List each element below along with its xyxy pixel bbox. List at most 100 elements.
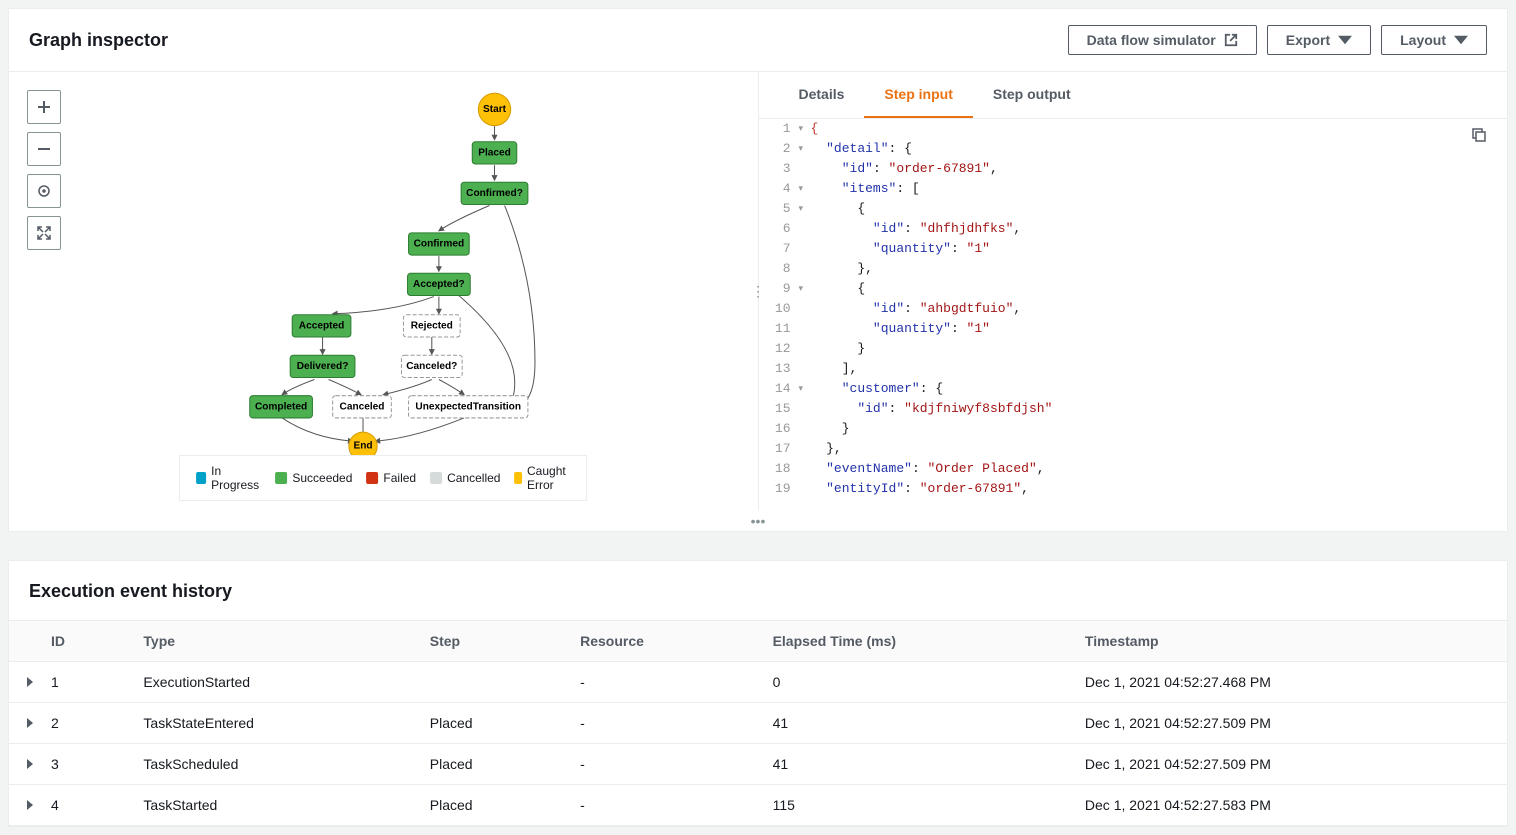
code-line[interactable]: 12 }	[759, 339, 1508, 359]
zoom-out-button[interactable]	[27, 132, 61, 166]
col-timestamp[interactable]: Timestamp	[1069, 621, 1507, 662]
copy-button[interactable]	[1471, 127, 1487, 146]
cell-resource: -	[564, 744, 757, 785]
button-label: Data flow simulator	[1087, 32, 1216, 48]
code-line[interactable]: 10 "id": "ahbgdtfuio",	[759, 299, 1508, 319]
center-button[interactable]	[27, 174, 61, 208]
cell-timestamp: Dec 1, 2021 04:52:27.509 PM	[1069, 744, 1507, 785]
col-type[interactable]: Type	[127, 621, 413, 662]
cell-id: 1	[35, 662, 127, 703]
history-table: ID Type Step Resource Elapsed Time (ms) …	[9, 620, 1507, 826]
cell-id: 3	[35, 744, 127, 785]
col-step[interactable]: Step	[414, 621, 564, 662]
chart-svg: Start Placed Confirmed? Confirmed Accept…	[9, 72, 758, 511]
graph-pane[interactable]: Start Placed Confirmed? Confirmed Accept…	[9, 72, 759, 511]
expand-toggle[interactable]	[9, 744, 35, 785]
code-line[interactable]: 6 "id": "dhfhjdhfks",	[759, 219, 1508, 239]
table-row[interactable]: 1ExecutionStarted-0Dec 1, 2021 04:52:27.…	[9, 662, 1507, 703]
expand-toggle[interactable]	[9, 662, 35, 703]
code-line[interactable]: 1▾{	[759, 119, 1508, 139]
external-link-icon	[1224, 33, 1238, 47]
tab-step-input[interactable]: Step input	[864, 72, 972, 118]
legend-swatch	[514, 472, 522, 484]
code-line[interactable]: 14▾ "customer": {	[759, 379, 1508, 399]
horizontal-splitter[interactable]: •••	[9, 511, 1507, 531]
button-label: Layout	[1400, 32, 1446, 48]
code-line[interactable]: 3 "id": "order-67891",	[759, 159, 1508, 179]
legend-succeeded: Succeeded	[275, 471, 352, 485]
caret-right-icon	[25, 759, 35, 769]
history-title: Execution event history	[9, 561, 1507, 620]
execution-history-panel: Execution event history ID Type Step Res…	[8, 560, 1508, 827]
cell-step: Placed	[414, 703, 564, 744]
cell-elapsed: 41	[757, 703, 1069, 744]
layout-button[interactable]: Layout	[1381, 25, 1487, 55]
header-buttons: Data flow simulator Export Layout	[1068, 25, 1487, 55]
caret-right-icon	[25, 800, 35, 810]
legend-cancelled: Cancelled	[430, 471, 500, 485]
code-line[interactable]: 4▾ "items": [	[759, 179, 1508, 199]
col-elapsed[interactable]: Elapsed Time (ms)	[757, 621, 1069, 662]
caret-right-icon	[25, 677, 35, 687]
legend-swatch	[366, 472, 378, 484]
col-resource[interactable]: Resource	[564, 621, 757, 662]
code-line[interactable]: 15 "id": "kdjfniwyf8sbfdjsh"	[759, 399, 1508, 419]
code-tabs: Details Step input Step output	[759, 72, 1508, 119]
panel-title: Graph inspector	[29, 30, 168, 51]
plus-icon	[36, 99, 52, 115]
fullscreen-button[interactable]	[27, 216, 61, 250]
cell-resource: -	[564, 662, 757, 703]
cell-step	[414, 662, 564, 703]
caret-right-icon	[25, 718, 35, 728]
table-row[interactable]: 4TaskStartedPlaced-115Dec 1, 2021 04:52:…	[9, 785, 1507, 826]
code-line[interactable]: 19 "entityId": "order-67891",	[759, 479, 1508, 499]
cell-timestamp: Dec 1, 2021 04:52:27.509 PM	[1069, 703, 1507, 744]
code-pane: Details Step input Step output 1▾{2▾ "de…	[759, 72, 1508, 511]
cell-type: TaskScheduled	[127, 744, 413, 785]
code-line[interactable]: 11 "quantity": "1"	[759, 319, 1508, 339]
cell-resource: -	[564, 703, 757, 744]
legend-caught-error: Caught Error	[514, 464, 570, 492]
col-id[interactable]: ID	[35, 621, 127, 662]
cell-type: TaskStateEntered	[127, 703, 413, 744]
tab-step-output[interactable]: Step output	[973, 72, 1091, 118]
legend-failed: Failed	[366, 471, 416, 485]
cell-step: Placed	[414, 785, 564, 826]
tab-details[interactable]: Details	[779, 72, 865, 118]
target-icon	[36, 183, 52, 199]
code-line[interactable]: 5▾ {	[759, 199, 1508, 219]
expand-toggle[interactable]	[9, 785, 35, 826]
code-line[interactable]: 8 },	[759, 259, 1508, 279]
table-row[interactable]: 2TaskStateEnteredPlaced-41Dec 1, 2021 04…	[9, 703, 1507, 744]
caret-down-icon	[1338, 33, 1352, 47]
code-line[interactable]: 16 }	[759, 419, 1508, 439]
zoom-in-button[interactable]	[27, 90, 61, 124]
expand-icon	[36, 225, 52, 241]
cell-type: ExecutionStarted	[127, 662, 413, 703]
code-line[interactable]: 7 "quantity": "1"	[759, 239, 1508, 259]
inspector-body: Start Placed Confirmed? Confirmed Accept…	[9, 71, 1507, 511]
vertical-splitter[interactable]: ⋮	[752, 272, 764, 312]
json-editor[interactable]: 1▾{2▾ "detail": {3 "id": "order-67891",4…	[759, 119, 1508, 511]
graph-legend: In Progress Succeeded Failed Cancelled C…	[179, 455, 587, 501]
export-button[interactable]: Export	[1267, 25, 1371, 55]
code-line[interactable]: 17 },	[759, 439, 1508, 459]
data-flow-simulator-button[interactable]: Data flow simulator	[1068, 25, 1257, 55]
graph-controls	[27, 90, 61, 250]
code-line[interactable]: 18 "eventName": "Order Placed",	[759, 459, 1508, 479]
cell-timestamp: Dec 1, 2021 04:52:27.583 PM	[1069, 785, 1507, 826]
cell-step: Placed	[414, 744, 564, 785]
cell-type: TaskStarted	[127, 785, 413, 826]
cell-elapsed: 115	[757, 785, 1069, 826]
code-line[interactable]: 2▾ "detail": {	[759, 139, 1508, 159]
cell-id: 4	[35, 785, 127, 826]
legend-swatch	[196, 472, 206, 484]
table-row[interactable]: 3TaskScheduledPlaced-41Dec 1, 2021 04:52…	[9, 744, 1507, 785]
code-line[interactable]: 13 ],	[759, 359, 1508, 379]
code-line[interactable]: 9▾ {	[759, 279, 1508, 299]
cell-timestamp: Dec 1, 2021 04:52:27.468 PM	[1069, 662, 1507, 703]
panel-header: Graph inspector Data flow simulator Expo…	[9, 9, 1507, 71]
button-label: Export	[1286, 32, 1330, 48]
expand-toggle[interactable]	[9, 703, 35, 744]
graph-canvas[interactable]: Start Placed Confirmed? Confirmed Accept…	[9, 72, 758, 511]
